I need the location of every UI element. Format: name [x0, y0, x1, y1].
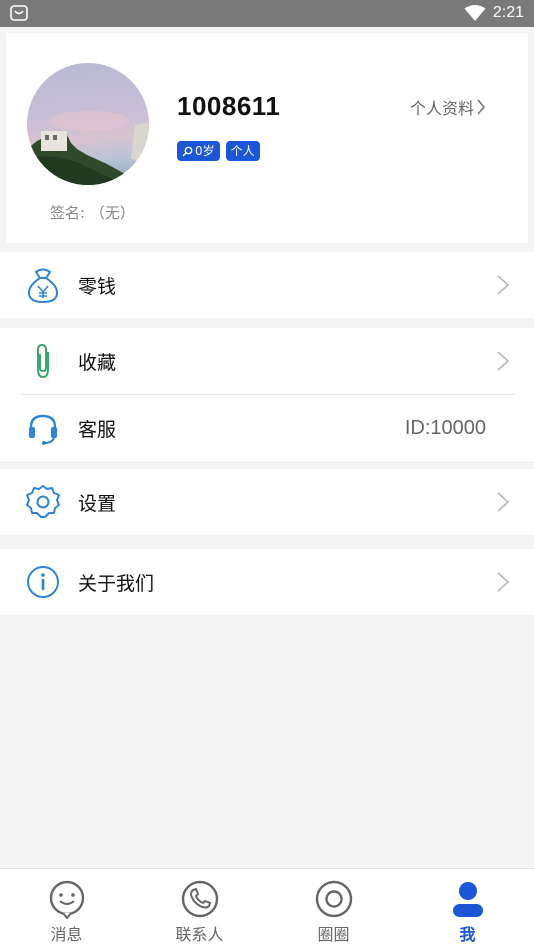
nav-label-contacts: 联系人 — [175, 925, 224, 944]
circle-target-icon — [315, 880, 352, 918]
status-bar: 2:21 — [0, 0, 534, 27]
service-id: ID:10000 — [404, 416, 486, 439]
paperclip-icon — [37, 343, 49, 379]
chevron-right-icon — [497, 572, 510, 592]
menu-item-about[interactable]: 关于我们 — [0, 549, 534, 615]
menu-label-customer-service: 客服 — [78, 418, 117, 441]
nav-label-me: 我 — [459, 925, 476, 944]
nav-tab-me[interactable]: 我 — [401, 869, 534, 950]
menu-item-favorites[interactable]: 收藏 — [0, 328, 534, 394]
chevron-right-icon — [497, 351, 510, 371]
chevron-right-icon — [497, 275, 510, 295]
bottom-navigation: 消息 联系人 圈圈 我 — [0, 868, 534, 950]
nav-tab-contacts[interactable]: 联系人 — [133, 869, 266, 950]
gear-icon — [26, 485, 60, 518]
money-bag-icon — [27, 268, 59, 304]
menu-label-about: 关于我们 — [78, 572, 155, 595]
profile-detail-label: 个人资料 — [410, 99, 475, 118]
wifi-icon — [464, 5, 486, 21]
chat-icon — [49, 880, 84, 919]
status-time: 2:21 — [492, 4, 524, 21]
menu-label-wallet: 零钱 — [78, 275, 117, 298]
phone-icon — [181, 880, 218, 918]
menu-item-settings[interactable]: 设置 — [0, 469, 534, 535]
profile-badges: 0岁 个人 — [177, 141, 260, 161]
nav-tab-messages[interactable]: 消息 — [0, 869, 133, 950]
nav-label-moments: 圈圈 — [317, 925, 350, 944]
avatar[interactable] — [27, 63, 149, 185]
menu-group-wallet: 零钱 — [0, 252, 534, 318]
menu-label-settings: 设置 — [78, 492, 117, 515]
username: 1008611 — [177, 91, 281, 121]
headset-icon — [29, 414, 57, 445]
menu-group-about: 关于我们 — [0, 549, 534, 615]
chevron-right-icon — [497, 492, 510, 512]
menu-group-favorites-service: 收藏 客服 ID:10000 — [0, 328, 534, 461]
menu-label-favorites: 收藏 — [78, 351, 117, 374]
info-icon — [27, 566, 59, 598]
profile-card[interactable]: 1008611 0岁 个人 个人资料 签名: （无） — [6, 33, 528, 243]
nav-label-messages: 消息 — [50, 925, 83, 944]
signature: 签名: （无） — [50, 204, 135, 222]
menu-item-customer-service[interactable]: 客服 ID:10000 — [0, 395, 534, 461]
user-icon — [452, 882, 483, 917]
menu-item-wallet[interactable]: 零钱 — [0, 252, 534, 318]
app-notification-icon — [10, 5, 28, 21]
account-type-badge: 个人 — [225, 141, 260, 161]
menu-group-settings: 设置 — [0, 469, 534, 535]
profile-detail-link[interactable]: 个人资料 — [410, 95, 486, 119]
age-badge-label: 0岁 — [195, 144, 215, 158]
nav-tab-moments[interactable]: 圈圈 — [267, 869, 400, 950]
age-badge: 0岁 — [177, 141, 220, 161]
chevron-right-icon — [477, 99, 486, 115]
avatar-photo — [27, 111, 149, 185]
gender-icon — [182, 146, 193, 156]
